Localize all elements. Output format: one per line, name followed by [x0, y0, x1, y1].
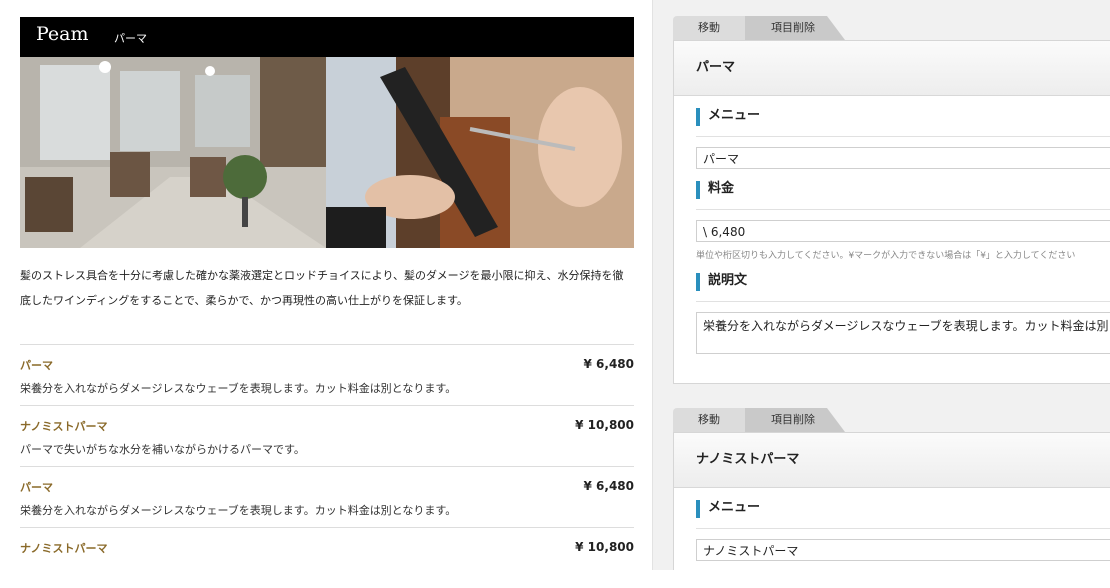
menu-item-desc: パーマで失いがちな水分を補いながらかけるパーマです。 [20, 443, 305, 456]
service-description: 髪のストレス具合を十分に考慮した確かな薬液選定とロッドチョイスにより、髪のダメー… [20, 263, 634, 313]
description-field-label: 説明文 [696, 261, 1110, 302]
menu-list: パーマ ¥ 6,480 栄養分を入れながらダメージレスなウェーブを表現します。カ… [20, 344, 634, 588]
menu-item-card: ナノミストパーマ メニュー ナノミストパーマ [673, 432, 1110, 570]
menu-item-desc: 栄養分を入れながらダメージレスなウェーブを表現します。カット料金は別となります。 [20, 504, 457, 517]
card-title: ナノミストパーマ [674, 433, 1110, 488]
price-input[interactable]: \ 6,480 [696, 220, 1110, 242]
menu-item-name: パーマ [20, 359, 53, 372]
menu-field-label: メニュー [696, 488, 1110, 529]
menu-name-input[interactable]: ナノミストパーマ [696, 539, 1110, 561]
menu-item-price: ¥ 6,480 [583, 357, 634, 371]
menu-item-price: ¥ 10,800 [575, 418, 634, 432]
delete-item-tab[interactable]: 項目削除 [745, 16, 845, 40]
menu-editor: 移動 項目削除 パーマ メニュー パーマ 料金 \ 6,480 単位や桁区切りも… [653, 0, 1110, 570]
price-field-label: 料金 [696, 169, 1110, 210]
move-tab[interactable]: 移動 [673, 408, 745, 432]
menu-item-card: パーマ メニュー パーマ 料金 \ 6,480 単位や桁区切りも入力してください… [673, 40, 1110, 384]
category-name: パーマ [114, 32, 147, 45]
menu-field-label: メニュー [696, 96, 1110, 137]
price-hint: 単位や桁区切りも入力してください。¥マークが入力できない場合は「¥」と入力してく… [696, 251, 1076, 261]
description-line: 髪のストレス具合を十分に考慮した確かな薬液選定とロッドチョイスにより、髪のダメー… [20, 269, 624, 282]
brand-name: Peam [36, 23, 89, 45]
menu-item: パーマ ¥ 6,480 栄養分を入れながらダメージレスなウェーブを表現します。カ… [20, 344, 634, 405]
card-tabbar: 移動 項目削除 [673, 16, 1110, 40]
menu-item: ナノミストパーマ ¥ 10,800 [20, 527, 634, 588]
preview-header: Peam パーマ [20, 17, 634, 57]
menu-item-desc: 栄養分を入れながらダメージレスなウェーブを表現します。カット料金は別となります。 [20, 382, 457, 395]
description-line: 底したワインディングをすることで、柔らかで、かつ再現性の高い仕上がりを保証します… [20, 294, 468, 307]
move-tab[interactable]: 移動 [673, 16, 745, 40]
menu-item-name: パーマ [20, 481, 53, 494]
menu-preview: Peam パーマ 髪のストレス具合を十分に考慮した確かな薬液選定とロッドチョイス… [0, 0, 652, 570]
hero-image [20, 57, 634, 248]
menu-item-name: ナノミストパーマ [20, 542, 108, 555]
delete-item-tab[interactable]: 項目削除 [745, 408, 845, 432]
menu-item-price: ¥ 6,480 [583, 479, 634, 493]
menu-item-name: ナノミストパーマ [20, 420, 108, 433]
menu-name-input[interactable]: パーマ [696, 147, 1110, 169]
description-textarea[interactable]: 栄養分を入れながらダメージレスなウェーブを表現します。カット料金は別となります。 [696, 312, 1110, 354]
menu-item: パーマ ¥ 6,480 栄養分を入れながらダメージレスなウェーブを表現します。カ… [20, 466, 634, 527]
menu-item-price: ¥ 10,800 [575, 540, 634, 554]
card-tabbar: 移動 項目削除 [673, 408, 1110, 432]
card-title: パーマ [674, 41, 1110, 96]
menu-item: ナノミストパーマ ¥ 10,800 パーマで失いがちな水分を補いながらかけるパー… [20, 405, 634, 466]
